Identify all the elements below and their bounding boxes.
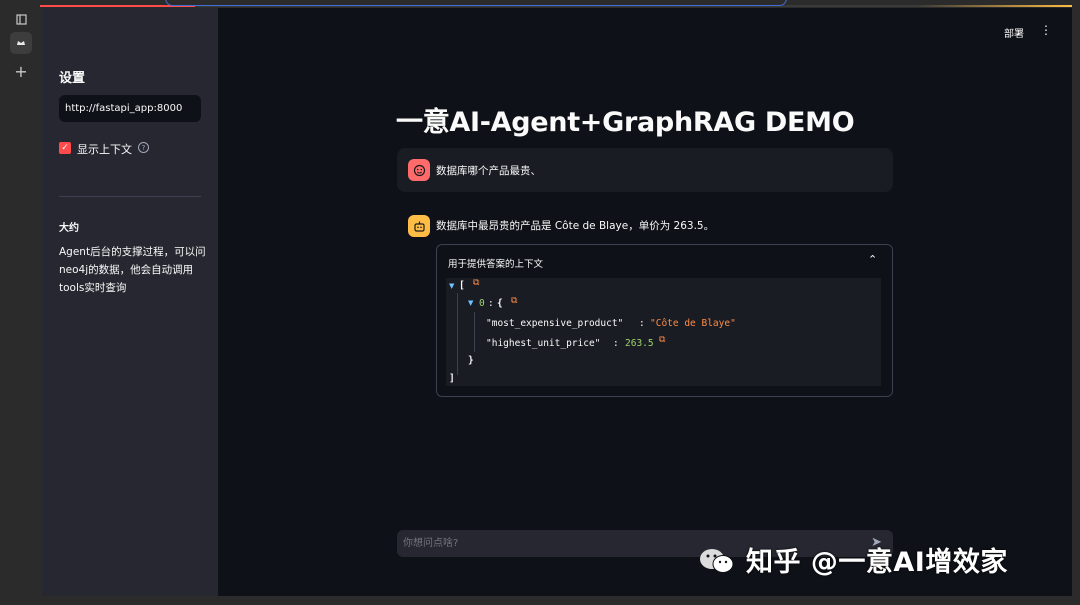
show-context-label: 显示上下文 [77,143,132,156]
sidebar-title: 设置 [59,71,86,86]
kebab-menu-icon[interactable]: ⋮ [1040,24,1052,36]
api-url-input[interactable] [59,95,201,122]
json-close-brace: } [468,355,474,366]
user-avatar-icon [408,159,430,181]
json-value-price: 263.5 [625,338,654,349]
json-value-product: "Côte de Blaye" [650,318,736,329]
json-colon: : [488,298,494,309]
sidebar-toggle-icon[interactable] [10,8,32,30]
json-viewer [446,278,881,386]
json-colon: : [613,338,619,349]
left-rail [0,0,40,605]
json-close-bracket: ] [449,373,455,384]
copy-icon[interactable]: ⧉ [511,296,517,306]
chevron-up-icon[interactable]: ⌃ [868,253,877,266]
expander-label[interactable]: 用于提供答案的上下文 [448,256,543,270]
collapse-triangle-icon[interactable]: ▼ [449,282,454,290]
json-key-price: "highest_unit_price" [486,338,601,349]
page-title: 一意AI-Agent+GraphRAG DEMO [396,107,855,138]
app-tab-icon[interactable] [10,32,32,54]
json-key-product: "most_expensive_product" [486,318,624,329]
about-heading: 大约 [59,223,79,234]
json-colon: : [639,318,645,329]
assistant-message-text: 数据库中最昂贵的产品是 Côte de Blaye，单价为 263.5。 [436,220,715,232]
sidebar-divider [59,196,201,197]
help-icon[interactable]: ? [138,142,149,153]
json-index: 0 [479,298,485,309]
user-message-text: 数据库哪个产品最贵、 [436,165,541,177]
json-open-bracket: [ [459,280,465,291]
window-bottom-strip [0,596,1080,605]
copy-icon[interactable]: ⧉ [659,335,665,345]
collapse-triangle-icon[interactable]: ▼ [468,299,473,307]
json-open-brace: { [497,298,503,309]
watermark-text: 知乎 @一意AI增效家 [746,547,1008,578]
deploy-button[interactable]: 部署 [1004,25,1024,40]
show-context-checkbox[interactable]: ✓ [59,142,71,154]
json-guide-line [457,293,458,375]
json-guide-line [474,312,475,352]
copy-icon[interactable]: ⧉ [473,278,479,288]
browser-address-bar[interactable] [165,0,787,6]
window-right-strip [1072,0,1080,605]
about-description: Agent后台的支撑过程，可以问neo4j的数据，他会自动调用tools实时查询 [59,246,206,294]
add-tab-icon[interactable]: + [10,60,32,82]
assistant-avatar-icon [408,215,430,237]
wechat-logo-icon [697,546,737,576]
